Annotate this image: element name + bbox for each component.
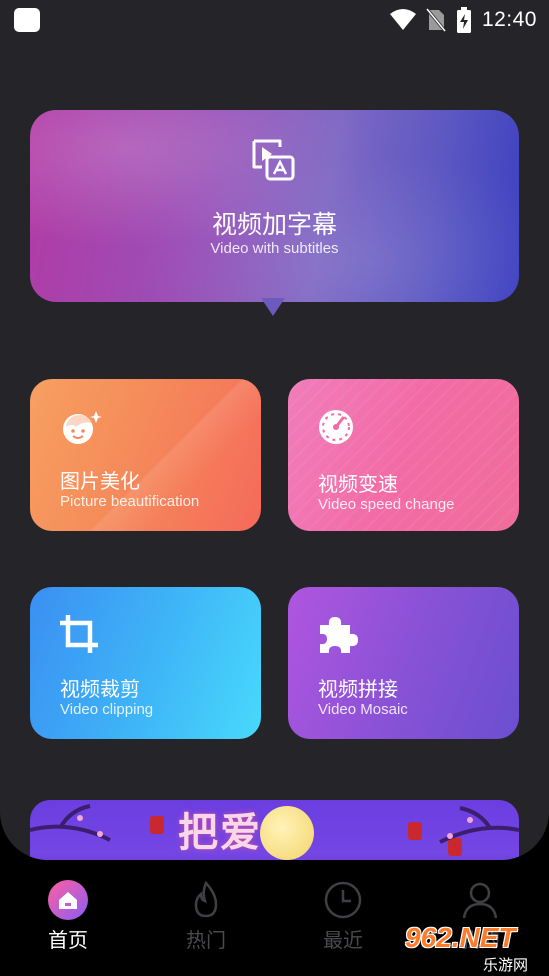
card-title: 视频变速 xyxy=(318,472,398,496)
tree-branch-illustration xyxy=(30,804,519,844)
status-time: 12:40 xyxy=(481,8,537,31)
video-subtitles-card[interactable]: 视频加字幕 Video with subtitles xyxy=(30,110,519,302)
video-subtitle-icon xyxy=(252,139,295,181)
crop-icon xyxy=(60,615,98,653)
app-screen: 12:40 视频加字幕 Video with subtitles 图片美化 Pi… xyxy=(0,0,549,976)
video-speed-change-card[interactable]: 视频变速 Video speed change xyxy=(288,379,519,531)
status-bar: 12:40 xyxy=(0,0,549,40)
main-panel: 12:40 视频加字幕 Video with subtitles 图片美化 Pi… xyxy=(0,0,549,860)
face-sparkle-icon xyxy=(63,411,102,444)
video-clipping-card[interactable]: 视频裁剪 Video clipping xyxy=(30,587,261,739)
card-subtitle: Video clipping xyxy=(60,701,154,718)
tab-label: 最近 xyxy=(323,928,363,952)
card-subtitle: Video speed change xyxy=(318,496,455,513)
no-sim-icon xyxy=(425,8,446,32)
user-icon xyxy=(462,882,498,919)
flame-icon xyxy=(194,880,218,918)
wifi-icon xyxy=(389,9,416,30)
app-icon xyxy=(14,8,40,32)
tab-hot[interactable]: 热门 xyxy=(146,880,266,960)
picture-beautification-card[interactable]: 图片美化 Picture beautification xyxy=(30,379,261,531)
status-icons: 12:40 xyxy=(389,6,537,34)
card-title: 图片美化 xyxy=(60,469,140,493)
watermark-subtext: 乐游网 xyxy=(483,956,529,974)
site-watermark: 962.NET 乐游网 xyxy=(405,922,545,974)
speedometer-icon xyxy=(319,410,353,444)
home-icon xyxy=(48,880,88,920)
puzzle-icon xyxy=(320,617,358,653)
clock-icon xyxy=(324,881,362,919)
hero-pointer xyxy=(261,298,285,316)
battery-charging-icon xyxy=(456,7,471,33)
tab-recent[interactable]: 最近 xyxy=(283,880,403,960)
hero-title: 视频加字幕 xyxy=(211,210,337,239)
card-subtitle: Picture beautification xyxy=(60,493,200,510)
tab-label: 首页 xyxy=(48,928,88,952)
tab-label: 热门 xyxy=(186,928,226,952)
card-title: 视频拼接 xyxy=(318,677,398,701)
hero-subtitle: Video with subtitles xyxy=(210,240,339,257)
tab-home[interactable]: 首页 xyxy=(8,880,128,960)
video-mosaic-card[interactable]: 视频拼接 Video Mosaic xyxy=(288,587,519,739)
card-subtitle: Video Mosaic xyxy=(318,701,408,718)
card-title: 视频裁剪 xyxy=(60,677,140,701)
promo-banner[interactable]: 把爱 xyxy=(30,800,519,860)
watermark-logo: 962.NET xyxy=(405,922,516,953)
